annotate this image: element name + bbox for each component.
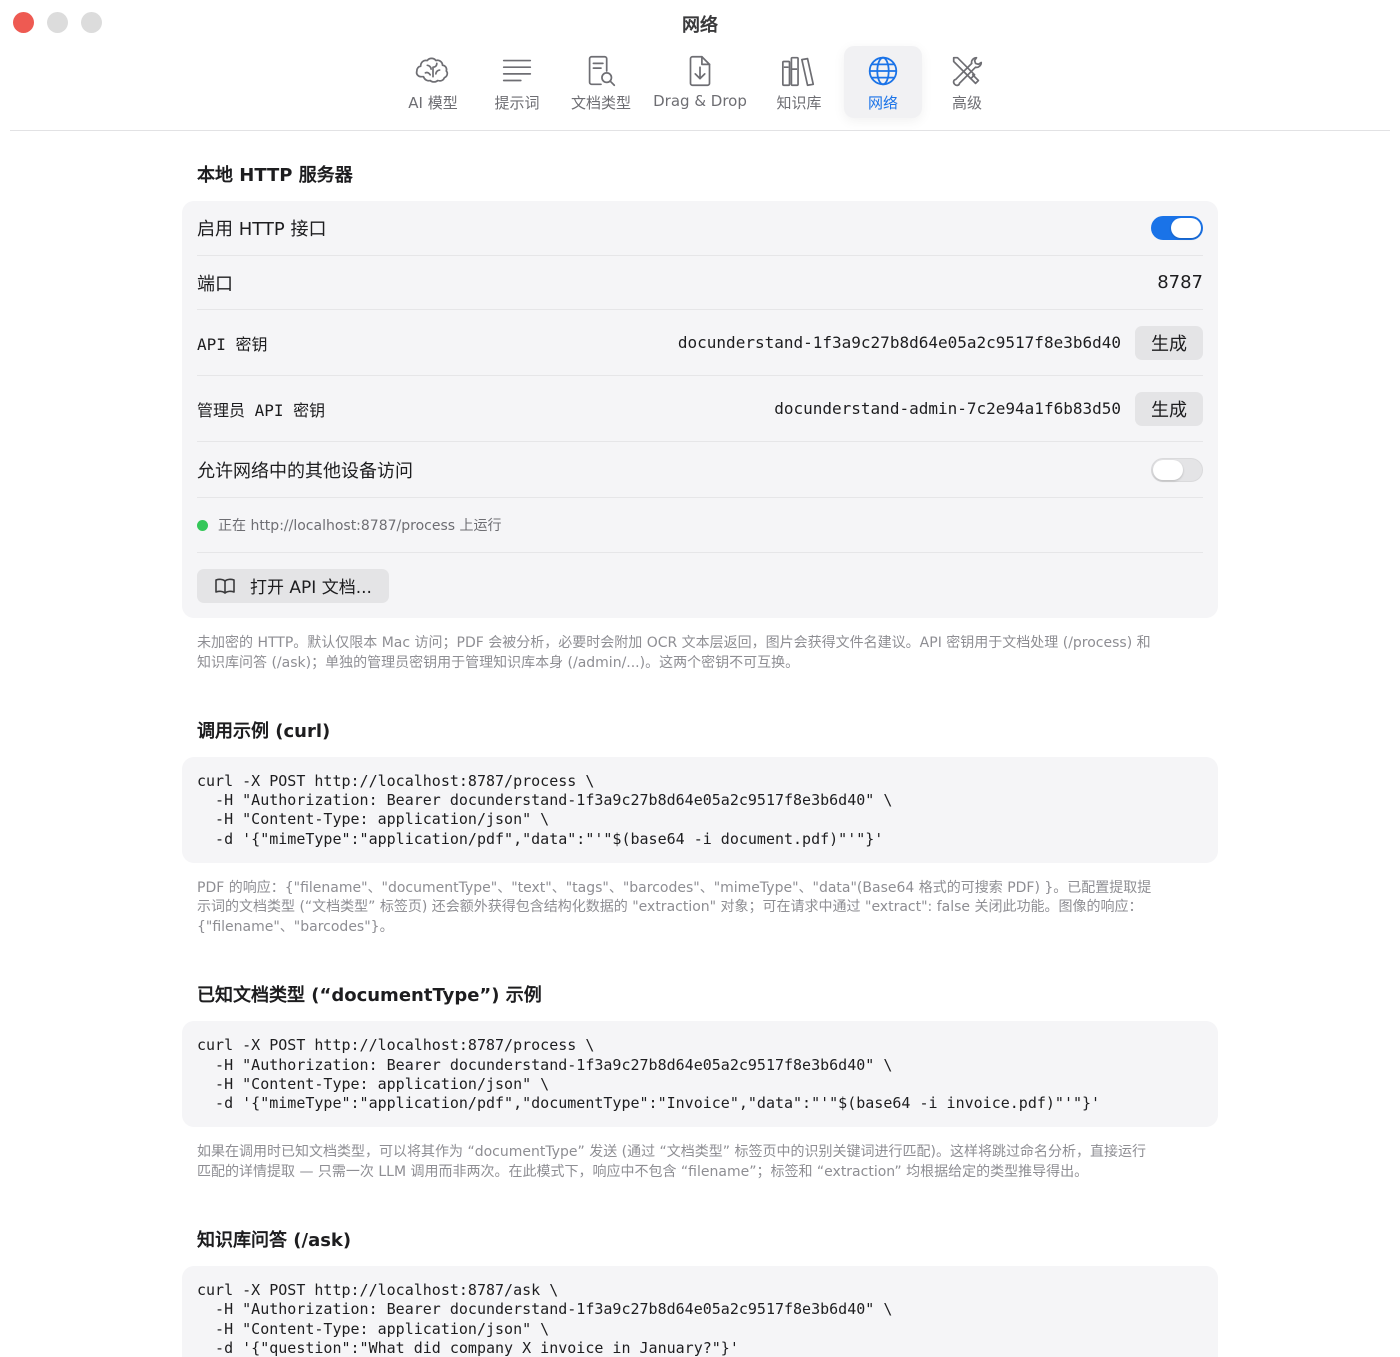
network-settings-content: 本地 HTTP 服务器 启用 HTTP 接口 端口 8787 API 密钥 do…	[182, 140, 1218, 1357]
books-icon	[781, 56, 815, 87]
preferences-toolbar: AI 模型 提示词 文档类型 Drag & Drop 知识库 网络 高级	[10, 46, 1390, 118]
window-title: 网络	[682, 15, 718, 36]
tab-advanced[interactable]: 高级	[928, 46, 1006, 118]
api-key-label: API 密钥	[197, 334, 268, 354]
tab-label: 知识库	[776, 94, 822, 112]
open-api-docs-label: 打开 API 文档...	[250, 578, 372, 598]
tools-icon	[952, 56, 983, 87]
http-server-section-title: 本地 HTTP 服务器	[197, 165, 353, 186]
doctype-note: 如果在调用时已知文档类型，可以将其作为 “documentType” 发送 (通…	[197, 1144, 1146, 1180]
tab-ai-models[interactable]: AI 模型	[394, 46, 472, 118]
generate-admin-key-button[interactable]: 生成	[1135, 391, 1203, 426]
generate-api-key-button[interactable]: 生成	[1135, 325, 1203, 360]
api-key-row: API 密钥 docunderstand-1f3a9c27b8d64e05a2c…	[197, 310, 1203, 376]
enable-http-row: 启用 HTTP 接口	[197, 201, 1203, 256]
status-row: 正在 http://localhost:8787/process 上运行	[197, 498, 1203, 553]
port-row: 端口 8787	[197, 256, 1203, 310]
lan-access-row: 允许网络中的其他设备访问	[197, 442, 1203, 498]
doc-download-icon	[689, 55, 711, 87]
port-field[interactable]: 8787	[1157, 272, 1203, 293]
ask-example-code: curl -X POST http://localhost:8787/ask \…	[182, 1266, 1218, 1357]
curl-example-title: 调用示例 (curl)	[197, 721, 331, 742]
title-bar: 网络 AI 模型 提示词 文档类型 Drag & Drop 知识库 网络 高级	[10, 0, 1390, 131]
admin-key-label: 管理员 API 密钥	[197, 400, 326, 420]
admin-key-value: docunderstand-admin-7c2e94a1f6b83d50	[774, 399, 1121, 418]
tab-label: 文档类型	[570, 94, 631, 112]
tab-label: 提示词	[494, 94, 540, 112]
doctype-example-code: curl -X POST http://localhost:8787/proce…	[182, 1021, 1218, 1128]
tab-document-types[interactable]: 文档类型	[562, 46, 640, 118]
lan-access-toggle[interactable]	[1151, 457, 1203, 482]
http-security-note: 未加密的 HTTP。默认仅限本 Mac 访问；PDF 会被分析，必要时会附加 O…	[197, 635, 1151, 671]
port-label: 端口	[197, 273, 233, 295]
admin-key-row: 管理员 API 密钥 docunderstand-admin-7c2e94a1f…	[197, 376, 1203, 442]
enable-http-label: 启用 HTTP 接口	[197, 219, 327, 240]
globe-icon	[868, 56, 898, 86]
tab-knowledge-base[interactable]: 知识库	[760, 46, 838, 118]
tab-network[interactable]: 网络	[844, 46, 922, 118]
open-docs-row: 打开 API 文档...	[197, 553, 1203, 618]
status-text: 正在 http://localhost:8787/process 上运行	[218, 518, 502, 534]
curl-response-note: PDF 的响应：{"filename"、"documentType"、"text…	[197, 879, 1152, 935]
open-api-docs-button[interactable]: 打开 API 文档...	[197, 568, 389, 603]
tab-label: Drag & Drop	[653, 92, 747, 110]
tab-label: 高级	[951, 94, 982, 112]
doc-search-icon	[588, 55, 616, 87]
lan-access-label: 允许网络中的其他设备访问	[197, 460, 413, 482]
enable-http-toggle[interactable]	[1151, 216, 1203, 240]
http-settings-group: 启用 HTTP 接口 端口 8787 API 密钥 docunderstand-…	[182, 201, 1218, 618]
tab-drag-drop[interactable]: Drag & Drop	[646, 46, 754, 118]
api-key-value: docunderstand-1f3a9c27b8d64e05a2c9517f8e…	[677, 333, 1121, 352]
doctype-example-title: 已知文档类型 (“documentType”) 示例	[197, 985, 542, 1007]
tab-label: AI 模型	[408, 94, 458, 112]
ask-example-title: 知识库问答 (/ask)	[197, 1230, 352, 1252]
curl-example-code: curl -X POST http://localhost:8787/proce…	[182, 757, 1218, 863]
tab-label: 网络	[867, 94, 898, 112]
status-indicator	[197, 519, 208, 531]
text-lines-icon	[502, 59, 532, 82]
brain-icon	[415, 57, 449, 83]
tab-prompts[interactable]: 提示词	[478, 46, 556, 118]
book-icon	[215, 578, 235, 594]
settings-window: 网络 AI 模型 提示词 文档类型 Drag & Drop 知识库 网络 高级 …	[0, 0, 1400, 1357]
